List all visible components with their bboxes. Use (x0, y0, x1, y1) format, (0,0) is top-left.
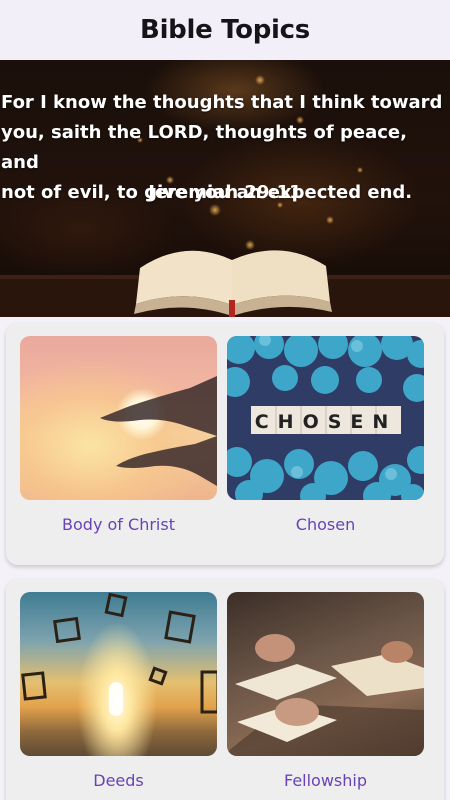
verse-line: you, saith the LORD, thoughts of peace, … (1, 122, 407, 173)
chosen-blocks-image: CHOSEN (227, 336, 424, 500)
topic-fellowship-image[interactable] (227, 592, 424, 756)
topic-label[interactable]: Body of Christ (20, 515, 217, 534)
app-bar: Bible Topics (0, 0, 450, 60)
praying-hands-bible-image (227, 634, 424, 756)
topic-label[interactable]: Fellowship (227, 771, 424, 790)
topic-row: Deeds Fellowship (6, 579, 444, 800)
topic-row: Body of Christ CHOSEN Chosen (6, 323, 444, 565)
topic-body-of-christ-image[interactable] (20, 336, 217, 500)
topic-label[interactable]: Chosen (227, 515, 424, 534)
verse-banner: For I know the thoughts that I think tow… (0, 60, 450, 317)
page-title: Bible Topics (140, 15, 310, 45)
verse-reference: Jeremiah 29:11 (148, 182, 302, 203)
frames-sunset-image (21, 592, 217, 716)
verse-line: For I know the thoughts that I think tow… (1, 92, 443, 113)
topic-label[interactable]: Deeds (20, 771, 217, 790)
topic-deeds-image[interactable] (20, 592, 217, 756)
chosen-image-text: CHOSEN (255, 411, 398, 433)
topic-chosen-image[interactable]: CHOSEN (227, 336, 424, 500)
hands-light-image (100, 376, 217, 486)
